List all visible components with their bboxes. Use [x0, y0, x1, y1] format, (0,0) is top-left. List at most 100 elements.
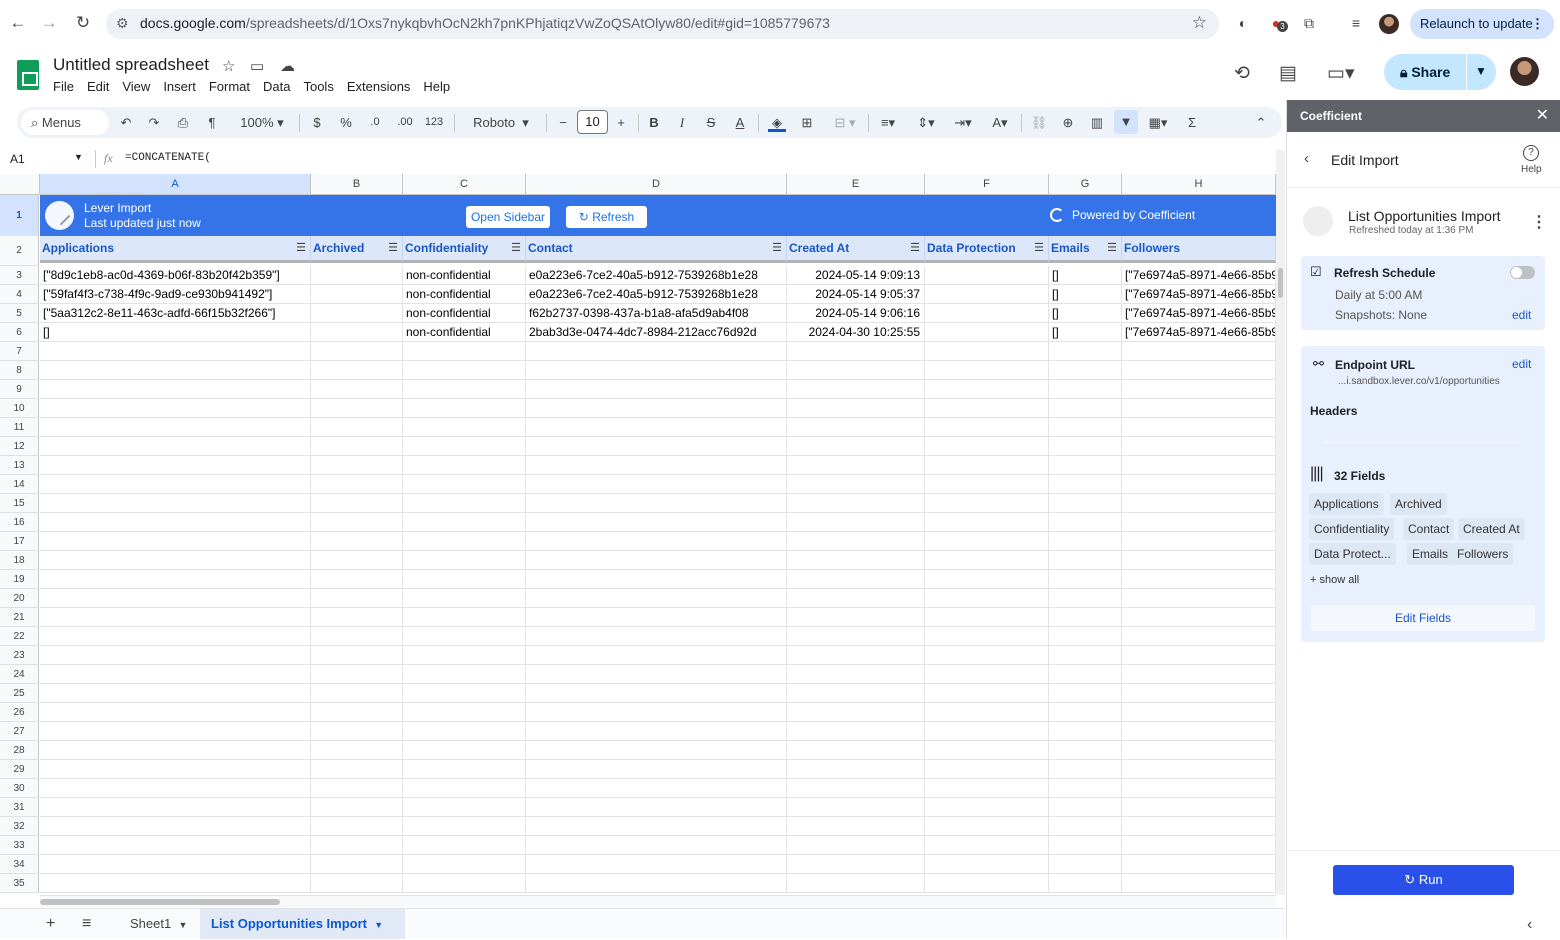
field-header-cell[interactable]: Contact ☰: [526, 236, 787, 263]
column-header[interactable]: B: [311, 174, 403, 195]
table-cell[interactable]: [1049, 722, 1122, 741]
table-cell[interactable]: [526, 589, 787, 608]
table-cell[interactable]: [925, 608, 1049, 627]
table-cell[interactable]: [526, 798, 787, 817]
column-filter-icon[interactable]: ☰: [296, 236, 306, 260]
table-cell[interactable]: [1122, 551, 1276, 570]
run-button[interactable]: ↻ Run: [1333, 865, 1514, 895]
table-cell[interactable]: [40, 437, 311, 456]
table-cell[interactable]: [526, 779, 787, 798]
table-cell[interactable]: [1122, 342, 1276, 361]
table-cell[interactable]: [925, 703, 1049, 722]
borders-icon[interactable]: ⊞: [798, 113, 816, 132]
table-cell[interactable]: [526, 456, 787, 475]
table-cell[interactable]: [311, 760, 403, 779]
table-cell[interactable]: [1049, 494, 1122, 513]
row-header[interactable]: 2: [0, 236, 39, 266]
table-cell[interactable]: [787, 836, 925, 855]
bold-button[interactable]: B: [645, 113, 663, 132]
table-cell[interactable]: [526, 608, 787, 627]
table-cell[interactable]: [526, 399, 787, 418]
row-header[interactable]: 20: [0, 589, 39, 608]
table-cell[interactable]: [311, 532, 403, 551]
table-cell[interactable]: [526, 437, 787, 456]
table-cell[interactable]: [1049, 532, 1122, 551]
table-cell[interactable]: [925, 532, 1049, 551]
table-cell[interactable]: [311, 855, 403, 874]
table-cell[interactable]: [311, 475, 403, 494]
table-cell[interactable]: [787, 874, 925, 893]
media-controls-icon[interactable]: ≡: [1346, 13, 1366, 33]
table-cell[interactable]: [1122, 589, 1276, 608]
table-cell[interactable]: ["7e6974a5-8971-4e66-85b9: [1122, 323, 1276, 342]
table-cell[interactable]: [787, 437, 925, 456]
table-cell[interactable]: [40, 703, 311, 722]
help-icon[interactable]: ?: [1523, 145, 1539, 161]
percent-format[interactable]: %: [337, 113, 355, 132]
row-header[interactable]: 1: [0, 195, 39, 236]
table-cell[interactable]: [526, 855, 787, 874]
table-cell[interactable]: [1122, 627, 1276, 646]
field-header-cell[interactable]: Created At ☰: [787, 236, 925, 263]
table-cell[interactable]: [311, 399, 403, 418]
collapse-panel-icon[interactable]: ‹: [1527, 916, 1532, 934]
tab-dropdown-icon[interactable]: ▼: [178, 920, 187, 930]
table-cell[interactable]: [40, 513, 311, 532]
table-cell[interactable]: [787, 817, 925, 836]
table-cell[interactable]: [1049, 475, 1122, 494]
table-cell[interactable]: [40, 608, 311, 627]
table-cell[interactable]: [1122, 855, 1276, 874]
table-cell[interactable]: [403, 456, 526, 475]
fill-color-icon[interactable]: ◈: [768, 113, 786, 132]
table-cell[interactable]: [311, 779, 403, 798]
menu-help[interactable]: Help: [423, 79, 450, 97]
zoom-select[interactable]: 100% ▾: [233, 113, 291, 132]
table-cell[interactable]: [925, 570, 1049, 589]
table-cell[interactable]: [787, 532, 925, 551]
row-header[interactable]: 30: [0, 779, 39, 798]
table-cell[interactable]: ["7e6974a5-8971-4e66-85b9: [1122, 304, 1276, 323]
table-cell[interactable]: [403, 646, 526, 665]
table-cell[interactable]: [40, 817, 311, 836]
table-cell[interactable]: [787, 399, 925, 418]
table-cell[interactable]: [925, 779, 1049, 798]
table-cell[interactable]: [787, 513, 925, 532]
row-header[interactable]: 12: [0, 437, 39, 456]
table-cell[interactable]: [1049, 399, 1122, 418]
table-cell[interactable]: [1122, 836, 1276, 855]
table-cell[interactable]: non-confidential: [403, 285, 526, 304]
table-cell[interactable]: [403, 836, 526, 855]
column-header[interactable]: D: [526, 174, 787, 195]
table-cell[interactable]: e0a223e6-7ce2-40a5-b912-7539268b1e28: [526, 285, 787, 304]
table-cell[interactable]: [311, 361, 403, 380]
table-cell[interactable]: [526, 380, 787, 399]
table-cell[interactable]: [787, 779, 925, 798]
table-cell[interactable]: [526, 684, 787, 703]
edit-endpoint-link[interactable]: edit: [1512, 357, 1531, 371]
row-header[interactable]: 23: [0, 646, 39, 665]
field-header-cell[interactable]: Emails ☰: [1049, 236, 1122, 263]
table-cell[interactable]: [311, 285, 403, 304]
site-info-icon[interactable]: ⚙: [116, 15, 129, 32]
name-box[interactable]: A1 ▼: [10, 152, 83, 166]
account-avatar[interactable]: [1510, 57, 1539, 86]
table-cell[interactable]: [787, 342, 925, 361]
extension-icon[interactable]: ◐: [1233, 13, 1253, 33]
table-cell[interactable]: [925, 285, 1049, 304]
table-cell[interactable]: [1122, 646, 1276, 665]
horizontal-scrollbar[interactable]: [40, 895, 1276, 907]
field-chip[interactable]: Applications: [1309, 493, 1384, 515]
back-icon[interactable]: ←: [5, 10, 31, 36]
table-cell[interactable]: [1122, 817, 1276, 836]
table-cell[interactable]: [526, 342, 787, 361]
forward-icon[interactable]: →: [36, 10, 62, 36]
table-cell[interactable]: [925, 266, 1049, 285]
row-header[interactable]: 8: [0, 361, 39, 380]
row-header[interactable]: 11: [0, 418, 39, 437]
table-cell[interactable]: non-confidential: [403, 323, 526, 342]
column-header[interactable]: F: [925, 174, 1049, 195]
table-cell[interactable]: [1049, 798, 1122, 817]
table-cell[interactable]: [1122, 703, 1276, 722]
table-cell[interactable]: [526, 817, 787, 836]
table-cell[interactable]: [403, 589, 526, 608]
